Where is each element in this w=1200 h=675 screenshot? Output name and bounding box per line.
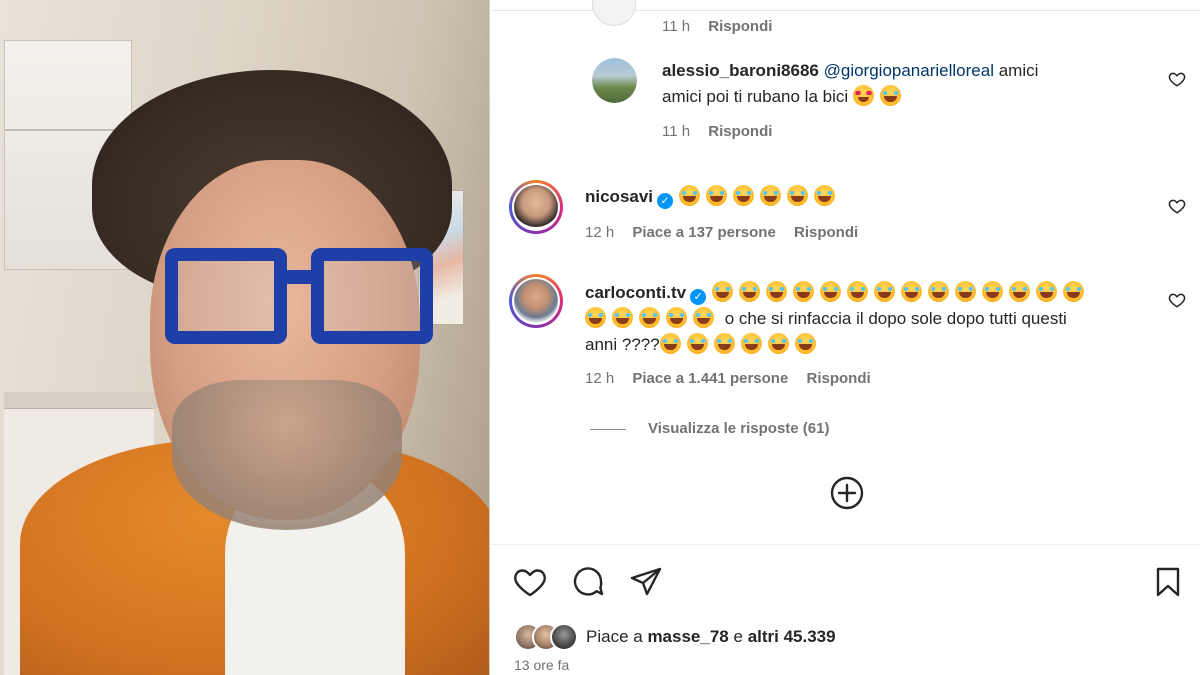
laughing-emoji-icon: [794, 333, 816, 354]
heart-eyes-emoji-icon: [852, 85, 874, 106]
comment-body: nicosavi ✓: [585, 184, 1145, 210]
laughing-emoji-icon: [847, 281, 869, 302]
mention-link[interactable]: @giorgiopanarielloreal: [824, 61, 994, 80]
right-lens: [311, 248, 433, 344]
paper-plane-icon[interactable]: [628, 564, 664, 600]
laughing-emoji-icon: [928, 281, 950, 302]
liker-username[interactable]: masse_78: [647, 627, 728, 646]
laughing-emoji-icon: [713, 333, 735, 354]
likes-join: e: [733, 627, 743, 646]
comment-username[interactable]: nicosavi: [585, 187, 653, 206]
left-lens: [165, 248, 287, 344]
reply-link[interactable]: Rispondi: [708, 123, 772, 140]
avatar[interactable]: [592, 58, 637, 103]
comment-username[interactable]: carloconti.tv: [585, 283, 686, 302]
heart-icon[interactable]: [512, 564, 548, 600]
beard: [172, 380, 402, 530]
comment-text: amici: [998, 61, 1039, 80]
blue-glasses: [165, 248, 433, 348]
comment-time: 12 h: [585, 370, 615, 387]
laughing-emoji-icon: [793, 281, 815, 302]
like-comment-heart-icon[interactable]: [1168, 197, 1186, 215]
laughing-emoji-icon: [814, 185, 836, 206]
comment-body: carloconti.tv ✓ o che si rinfaccia il dop…: [585, 280, 1155, 358]
likes-text: Piace a masse_78 e altri 45.339: [586, 627, 836, 647]
avatar-image: [592, 58, 637, 103]
laughing-emoji-icon: [955, 281, 977, 302]
comment-bubble-icon[interactable]: [570, 564, 606, 600]
comment-likes-count[interactable]: Piace a 137 persone: [632, 224, 775, 241]
comment-meta: 12 h Piace a 1.441 persone Rispondi: [585, 370, 885, 387]
laughing-emoji-icon: [733, 185, 755, 206]
avatar-story-ring[interactable]: [509, 274, 563, 328]
comment-text: o che si rinfaccia il dopo sole dopo tut…: [724, 309, 1067, 328]
reply-link[interactable]: Rispondi: [806, 370, 870, 387]
laughing-emoji-icon: [740, 333, 762, 354]
comment-meta: 11 h Rispondi: [662, 123, 786, 140]
comment-text: amici poi ti rubano la bici: [662, 87, 849, 106]
verified-badge-icon: ✓: [657, 193, 674, 209]
laughing-emoji-icon: [612, 307, 633, 328]
laughing-emoji-icon: [706, 185, 728, 206]
laughing-emoji-icon: [1036, 281, 1058, 302]
actions-divider: [491, 544, 1200, 545]
reply-link[interactable]: Rispondi: [708, 18, 772, 35]
counter: [4, 392, 164, 408]
laughing-emoji-icon: [787, 185, 809, 206]
comment-text: anni ????: [585, 335, 660, 354]
plus-circle-icon[interactable]: [829, 475, 865, 511]
liker-avatar: [550, 623, 578, 651]
comment-meta: 11 h Rispondi: [662, 18, 786, 35]
laughing-emoji-icon: [820, 281, 842, 302]
replies-divider: [590, 429, 626, 430]
avatar-story-ring[interactable]: [509, 180, 563, 234]
instagram-post-view: 11 h Rispondi alessio_baroni8686 @giorgi…: [0, 0, 1200, 675]
laughing-emoji-icon: [766, 281, 788, 302]
view-replies-link[interactable]: Visualizza le risposte (61): [648, 420, 829, 437]
avatar-image: [514, 185, 558, 229]
comment-time: 11 h: [662, 18, 691, 35]
avatar-image: [514, 279, 558, 323]
laughing-emoji-icon: [982, 281, 1004, 302]
laughing-emoji-icon: [901, 281, 923, 302]
laughing-emoji-icon: [679, 185, 701, 206]
comment-meta: 12 h Piace a 137 persone Rispondi: [585, 224, 872, 241]
laughing-emoji-icon: [1063, 281, 1085, 302]
comment-time: 12 h: [585, 224, 615, 241]
post-video[interactable]: [0, 0, 490, 675]
like-comment-heart-icon[interactable]: [1168, 291, 1186, 309]
likes-prefix: Piace a: [586, 627, 643, 646]
comment-likes-count[interactable]: Piace a 1.441 persone: [632, 370, 788, 387]
likes-others[interactable]: altri 45.339: [748, 627, 836, 646]
comment-body: alessio_baroni8686 @giorgiopanariellorea…: [662, 58, 1122, 110]
laughing-emoji-icon: [739, 281, 761, 302]
bookmark-icon[interactable]: [1150, 564, 1186, 600]
comment-time: 11 h: [662, 123, 691, 140]
laughing-emoji-icon: [760, 185, 782, 206]
laughing-emoji-icon: [1009, 281, 1031, 302]
comment-username[interactable]: alessio_baroni8686: [662, 61, 819, 80]
like-comment-heart-icon[interactable]: [1168, 70, 1186, 88]
verified-badge-icon: ✓: [690, 289, 707, 305]
reply-link[interactable]: Rispondi: [794, 224, 858, 241]
laughing-emoji-icon: [585, 307, 606, 328]
laughing-emoji-icon: [879, 85, 901, 106]
likes-summary[interactable]: Piace a masse_78 e altri 45.339: [514, 622, 836, 652]
laughing-emoji-icon: [767, 333, 789, 354]
laughing-emoji-icon: [659, 333, 681, 354]
post-timestamp: 13 ore fa: [514, 657, 570, 673]
laughing-emoji-icon: [666, 307, 687, 328]
laughing-emoji-icon: [712, 281, 734, 302]
laughing-emoji-icon: [693, 307, 714, 328]
laughing-emoji-icon: [874, 281, 896, 302]
laughing-emoji-icon: [639, 307, 660, 328]
laughing-emoji-icon: [686, 333, 708, 354]
